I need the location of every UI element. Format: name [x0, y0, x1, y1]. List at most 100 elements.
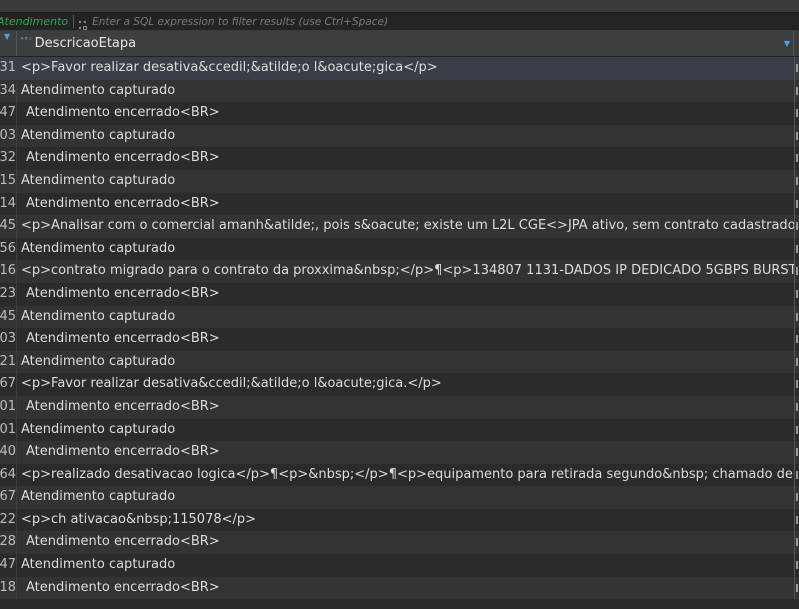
- results-tab[interactable]: Atendimento: [0, 13, 68, 30]
- next-column-cell[interactable]: [794, 576, 799, 600]
- table-row[interactable]: 47 Atendimento encerrado<BR>: [0, 102, 799, 125]
- table-row[interactable]: 16 <p>contrato migrado para o contrato da…: [0, 260, 799, 283]
- descricaoetapa-cell[interactable]: Atendimento encerrado<BR>: [17, 531, 794, 554]
- next-column-cell[interactable]: [794, 57, 799, 80]
- descricaoetapa-cell[interactable]: Atendimento encerrado<BR>: [17, 193, 794, 216]
- descricaoetapa-cell[interactable]: <p>contrato migrado para o contrato da p…: [17, 260, 794, 283]
- next-column-cell[interactable]: [794, 508, 799, 532]
- table-row[interactable]: 47 Atendimento capturado: [0, 554, 799, 577]
- next-column-cell[interactable]: [794, 486, 799, 509]
- row-number[interactable]: 21: [0, 350, 17, 374]
- row-number[interactable]: 47: [0, 554, 17, 577]
- descricaoetapa-cell[interactable]: <p>realizado desativacao logica</p>¶<p>&…: [17, 464, 794, 487]
- table-row[interactable]: 67 <p>Favor realizar desativa&ccedil;&ati…: [0, 373, 799, 396]
- row-number[interactable]: 01: [0, 418, 17, 442]
- table-row[interactable]: 64 <p>realizado desativacao logica</p>¶<p…: [0, 463, 799, 487]
- next-column-cell[interactable]: [794, 373, 799, 396]
- next-column-cell[interactable]: [794, 554, 799, 577]
- row-number[interactable]: 03: [0, 124, 17, 148]
- sql-filter-input[interactable]: [92, 13, 799, 30]
- next-column-header-edge[interactable]: [793, 31, 799, 56]
- table-row[interactable]: 45 Atendimento capturado: [0, 305, 799, 329]
- next-column-cell[interactable]: [794, 169, 799, 193]
- row-number[interactable]: 28: [0, 531, 17, 555]
- row-number[interactable]: 45: [0, 215, 17, 238]
- row-number[interactable]: 22: [0, 508, 17, 532]
- next-column-cell[interactable]: [794, 102, 799, 125]
- row-number[interactable]: 01: [0, 395, 17, 419]
- descricaoetapa-cell[interactable]: Atendimento encerrado<BR>: [17, 102, 794, 125]
- sql-filter-icon[interactable]: [78, 16, 88, 30]
- descricaoetapa-cell[interactable]: Atendimento capturado: [17, 486, 794, 509]
- next-column-cell[interactable]: [794, 282, 799, 306]
- next-column-cell[interactable]: [794, 192, 799, 216]
- table-row[interactable]: 03 Atendimento capturado: [0, 124, 799, 148]
- table-row[interactable]: 67 Atendimento capturado: [0, 486, 799, 509]
- row-number[interactable]: 47: [0, 102, 17, 125]
- row-number[interactable]: 56: [0, 237, 17, 261]
- row-number[interactable]: 40: [0, 441, 17, 464]
- table-row[interactable]: 34 Atendimento capturado: [0, 79, 799, 103]
- next-column-cell[interactable]: [794, 79, 799, 103]
- descricaoetapa-cell[interactable]: <p>ch ativacao&nbsp;115078</p>: [17, 509, 794, 532]
- row-number[interactable]: 67: [0, 373, 17, 396]
- next-column-cell[interactable]: [794, 237, 799, 261]
- next-column-cell[interactable]: [794, 350, 799, 374]
- table-row[interactable]: 18 Atendimento encerrado<BR>: [0, 576, 799, 600]
- table-row[interactable]: 40 Atendimento encerrado<BR>: [0, 441, 799, 464]
- row-number[interactable]: 16: [0, 260, 17, 283]
- row-number[interactable]: 18: [0, 576, 17, 600]
- table-row[interactable]: 56 Atendimento capturado: [0, 237, 799, 261]
- table-row[interactable]: 22 <p>ch ativacao&nbsp;115078</p>: [0, 508, 799, 532]
- column-header-descricaoetapa[interactable]: ᴬᴮᶜ DescricaoEtapa ▼: [17, 31, 793, 56]
- next-column-cell[interactable]: [794, 147, 799, 170]
- column-dropdown-icon[interactable]: ▼: [784, 40, 790, 48]
- descricaoetapa-cell[interactable]: Atendimento capturado: [17, 554, 794, 577]
- descricaoetapa-cell[interactable]: Atendimento encerrado<BR>: [17, 577, 794, 600]
- row-number[interactable]: 03: [0, 328, 17, 351]
- descricaoetapa-cell[interactable]: Atendimento capturado: [17, 306, 794, 329]
- next-column-cell[interactable]: [794, 418, 799, 442]
- next-column-cell[interactable]: [794, 395, 799, 419]
- row-number-header[interactable]: ▼: [0, 31, 17, 56]
- row-number[interactable]: 64: [0, 463, 17, 487]
- descricaoetapa-cell[interactable]: <p>Favor realizar desativa&ccedil;&atild…: [17, 373, 794, 396]
- table-row[interactable]: 14 Atendimento encerrado<BR>: [0, 192, 799, 216]
- next-column-cell[interactable]: [794, 124, 799, 148]
- descricaoetapa-cell[interactable]: <p>Favor realizar desativa&ccedil;&atild…: [17, 57, 794, 80]
- next-column-cell[interactable]: [794, 328, 799, 351]
- table-row[interactable]: 28 Atendimento encerrado<BR>: [0, 531, 799, 555]
- next-column-cell[interactable]: [794, 463, 799, 487]
- descricaoetapa-cell[interactable]: Atendimento capturado: [17, 170, 794, 193]
- descricaoetapa-cell[interactable]: Atendimento encerrado<BR>: [17, 441, 794, 464]
- next-column-cell[interactable]: [794, 531, 799, 555]
- row-number[interactable]: 32: [0, 147, 17, 170]
- sort-down-icon[interactable]: ▼: [4, 33, 10, 41]
- descricaoetapa-cell[interactable]: Atendimento capturado: [17, 238, 794, 261]
- descricaoetapa-cell[interactable]: Atendimento encerrado<BR>: [17, 147, 794, 170]
- table-row[interactable]: 31 <p>Favor realizar desativa&ccedil;&ati…: [0, 57, 799, 80]
- table-row[interactable]: 21 Atendimento capturado: [0, 350, 799, 374]
- descricaoetapa-cell[interactable]: <p>Analisar com o comercial amanh&atilde…: [17, 215, 794, 238]
- table-row[interactable]: 15 Atendimento capturado: [0, 169, 799, 193]
- next-column-cell[interactable]: [794, 441, 799, 464]
- descricaoetapa-cell[interactable]: Atendimento encerrado<BR>: [17, 396, 794, 419]
- row-number[interactable]: 14: [0, 192, 17, 216]
- next-column-cell[interactable]: [794, 260, 799, 283]
- row-number[interactable]: 23: [0, 282, 17, 306]
- descricaoetapa-cell[interactable]: Atendimento capturado: [17, 80, 794, 103]
- row-number[interactable]: 31: [0, 57, 17, 80]
- next-column-cell[interactable]: [794, 215, 799, 238]
- table-row[interactable]: 45 <p>Analisar com o comercial amanh&atil…: [0, 215, 799, 238]
- descricaoetapa-cell[interactable]: Atendimento capturado: [17, 419, 794, 442]
- table-row[interactable]: 01 Atendimento encerrado<BR>: [0, 395, 799, 419]
- table-row[interactable]: 23 Atendimento encerrado<BR>: [0, 282, 799, 306]
- table-row[interactable]: 32 Atendimento encerrado<BR>: [0, 147, 799, 170]
- descricaoetapa-cell[interactable]: Atendimento capturado: [17, 125, 794, 148]
- descricaoetapa-cell[interactable]: Atendimento encerrado<BR>: [17, 328, 794, 351]
- table-row[interactable]: 03 Atendimento encerrado<BR>: [0, 328, 799, 351]
- next-column-cell[interactable]: [794, 305, 799, 329]
- row-number[interactable]: 67: [0, 486, 17, 509]
- row-number[interactable]: 45: [0, 305, 17, 329]
- descricaoetapa-cell[interactable]: Atendimento capturado: [17, 351, 794, 374]
